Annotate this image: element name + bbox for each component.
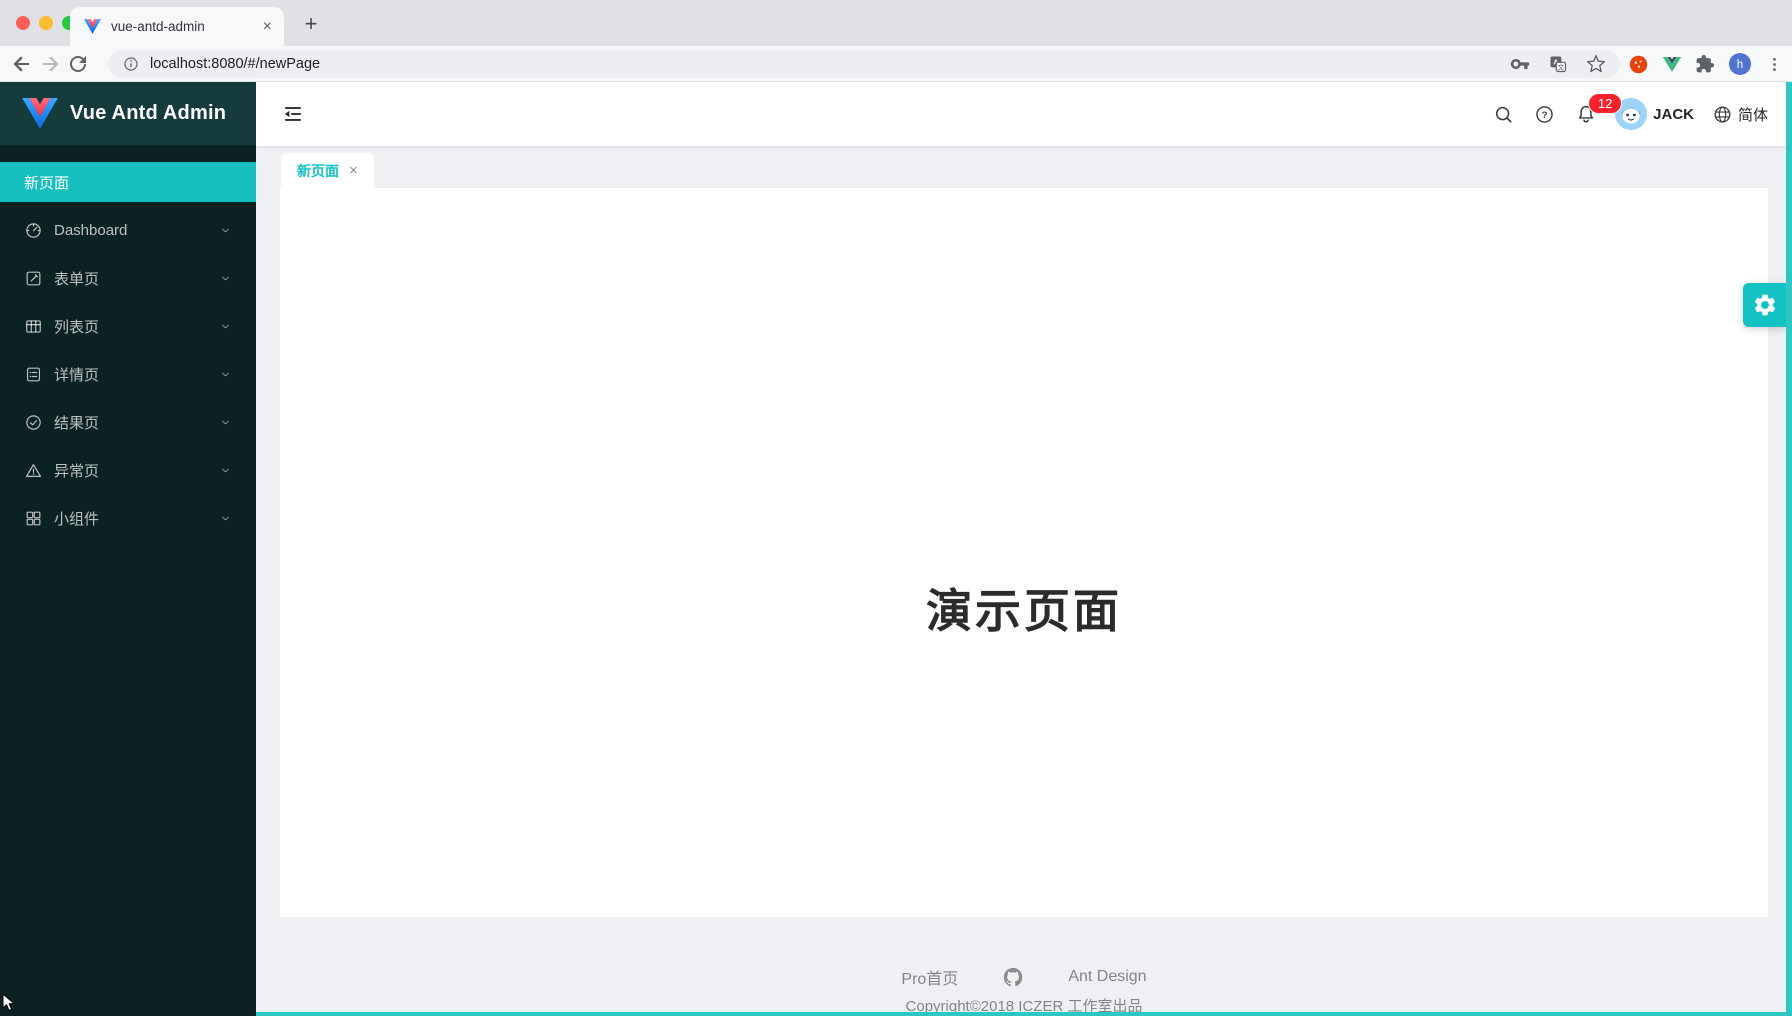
sidebar-item-widgets[interactable]: 小组件	[0, 498, 256, 538]
vue-logo-icon	[22, 98, 58, 129]
chevron-down-icon	[219, 416, 232, 429]
bookmark-star-icon[interactable]	[1586, 54, 1606, 74]
app-header: ? 12 JACK	[256, 82, 1792, 146]
sidebar-item-label: 列表页	[54, 316, 219, 337]
svg-text:?: ?	[1542, 110, 1548, 121]
horizontal-scrollbar[interactable]	[256, 1012, 1792, 1016]
footer-links: Pro首页 Ant Design	[256, 966, 1792, 988]
gear-icon	[1752, 292, 1778, 318]
reload-icon[interactable]	[66, 52, 90, 76]
url-text: localhost:8080/#/newPage	[150, 56, 1510, 72]
chevron-down-icon	[219, 272, 232, 285]
sidebar-item-label: 新页面	[24, 172, 232, 193]
menu-fold-icon[interactable]	[282, 103, 304, 125]
extension-orange-icon[interactable]	[1628, 54, 1649, 75]
ant-design-link[interactable]: Ant Design	[1068, 968, 1146, 986]
username[interactable]: JACK	[1653, 106, 1694, 123]
dashboard-icon	[24, 221, 43, 240]
page-tab-label: 新页面	[297, 161, 339, 181]
page-tab-active[interactable]: 新页面 ×	[281, 153, 374, 188]
back-icon[interactable]	[10, 52, 34, 76]
sidebar-item-form-page[interactable]: 表单页	[0, 258, 256, 298]
vue-devtools-icon[interactable]	[1662, 55, 1682, 74]
sidebar-item-label: Dashboard	[54, 222, 219, 239]
browser-profile-avatar[interactable]: h	[1728, 52, 1752, 76]
browser-tabstrip: vue-antd-admin × +	[0, 0, 1792, 46]
sidebar-item-label: 详情页	[54, 364, 219, 385]
warning-icon	[24, 461, 43, 480]
sidebar-item-label: 小组件	[54, 508, 219, 529]
app-logo[interactable]: Vue Antd Admin	[0, 82, 256, 146]
app-title: Vue Antd Admin	[70, 102, 226, 125]
extension-cluster: h	[1628, 51, 1784, 77]
sidebar-item-new-page[interactable]: 新页面	[0, 162, 256, 202]
help-icon[interactable]: ?	[1534, 104, 1555, 125]
search-icon[interactable]	[1493, 104, 1514, 125]
translate-icon[interactable]: A文	[1548, 54, 1568, 74]
chevron-down-icon	[219, 464, 232, 477]
window-controls	[16, 16, 76, 30]
header-actions: ? 12 JACK	[1493, 82, 1768, 146]
footer: Pro首页Ant Design Copyright©2018 ICZER 工作室…	[256, 966, 1792, 1016]
check-circle-icon	[24, 413, 43, 432]
password-key-icon[interactable]	[1510, 54, 1530, 74]
github-link[interactable]	[1002, 966, 1024, 988]
chevron-down-icon	[219, 512, 232, 525]
url-bar[interactable]: localhost:8080/#/newPage A文	[108, 50, 1620, 78]
language-switcher[interactable]: 简体	[1738, 104, 1768, 125]
content-card: 演示页面	[280, 188, 1768, 917]
forward-icon[interactable]	[38, 52, 62, 76]
form-icon	[24, 269, 43, 288]
sidebar-item-dashboard[interactable]: Dashboard	[0, 210, 256, 250]
sidebar-item-result-page[interactable]: 结果页	[0, 402, 256, 442]
sidebar-item-detail-page[interactable]: 详情页	[0, 354, 256, 394]
sidebar-item-label: 异常页	[54, 460, 219, 481]
window-close-button[interactable]	[16, 16, 30, 30]
chevron-down-icon	[219, 368, 232, 381]
notifications-bell[interactable]: 12	[1575, 103, 1597, 125]
mouse-cursor	[2, 994, 16, 1016]
sidebar-item-label: 结果页	[54, 412, 219, 433]
notification-badge: 12	[1588, 93, 1622, 114]
globe-icon[interactable]	[1712, 104, 1733, 125]
browser-tab-title: vue-antd-admin	[111, 19, 261, 34]
page-tab-close-icon[interactable]: ×	[349, 163, 358, 178]
new-tab-button[interactable]: +	[298, 11, 324, 37]
profile-icon	[24, 365, 43, 384]
sidebar-item-list-page[interactable]: 列表页	[0, 306, 256, 346]
sidebar: Vue Antd Admin 新页面 Dashboard 表单页列表页详情页结果页异…	[0, 82, 256, 1016]
pro-home-link[interactable]: Pro首页	[901, 965, 958, 989]
vertical-scrollbar[interactable]	[1786, 82, 1792, 1016]
browser-menu-kebab-icon[interactable]	[1765, 55, 1784, 74]
site-info-icon[interactable]	[122, 55, 140, 73]
vue-favicon-icon	[84, 19, 101, 34]
browser-tab-close-icon[interactable]: ×	[261, 17, 274, 37]
sidebar-menu: 新页面 Dashboard 表单页列表页详情页结果页异常页小组件	[0, 146, 256, 538]
chevron-down-icon	[219, 320, 232, 333]
block-icon	[24, 509, 43, 528]
svg-text:文: 文	[1558, 63, 1565, 72]
browser-toolbar: localhost:8080/#/newPage A文	[0, 46, 1792, 82]
chevron-down-icon	[219, 224, 232, 237]
extensions-puzzle-icon[interactable]	[1695, 54, 1715, 74]
screen: vue-antd-admin × + localhost:8080/#/newP…	[0, 0, 1792, 1016]
sidebar-item-exception-page[interactable]: 异常页	[0, 450, 256, 490]
table-icon	[24, 317, 43, 336]
settings-drawer-button[interactable]	[1743, 283, 1787, 327]
profile-initial: h	[1737, 59, 1743, 71]
sidebar-item-label: 表单页	[54, 268, 219, 289]
page-title: 演示页面	[280, 584, 1768, 638]
window-minimize-button[interactable]	[39, 16, 53, 30]
browser-tab[interactable]: vue-antd-admin ×	[70, 7, 284, 46]
